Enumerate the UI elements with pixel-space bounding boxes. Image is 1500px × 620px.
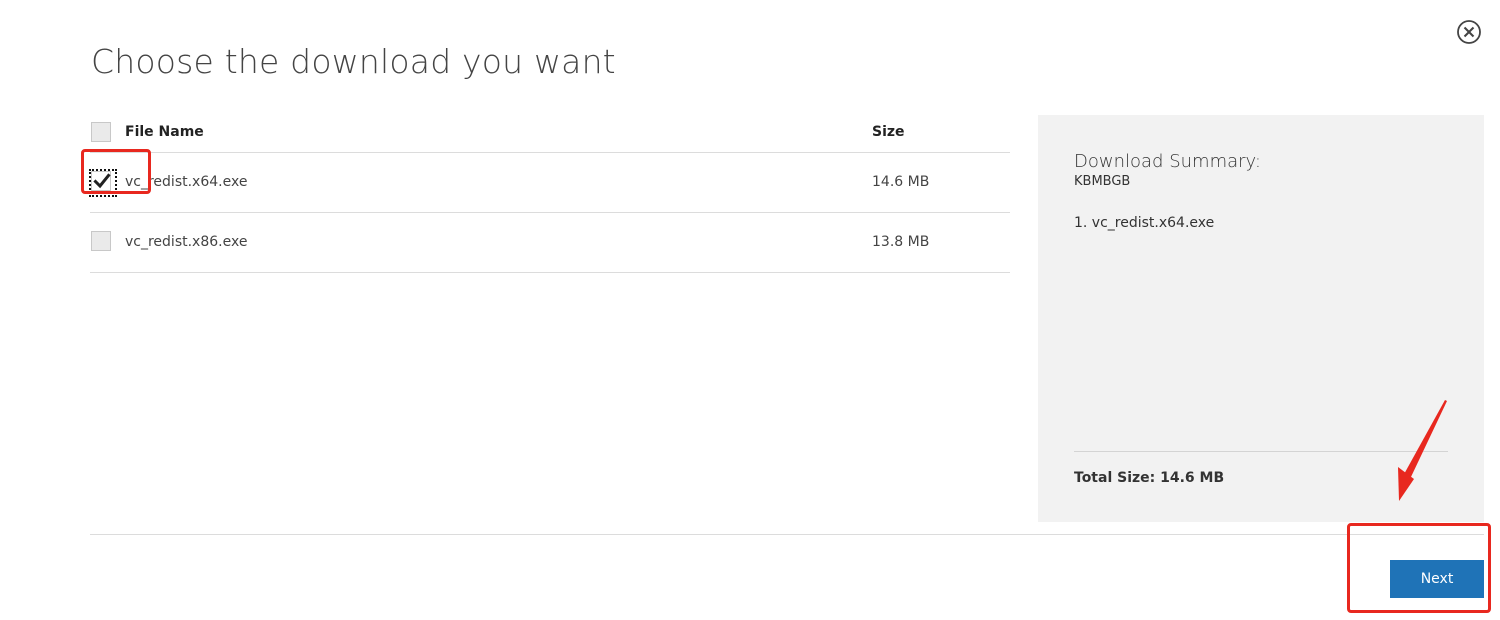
download-summary-panel: Download Summary: KBMBGB 1. vc_redist.x6… xyxy=(1038,115,1484,522)
page-title: Choose the download you want xyxy=(91,42,616,81)
table-header: File Name Size xyxy=(90,113,1010,153)
summary-item: 1. vc_redist.x64.exe xyxy=(1074,215,1215,231)
close-button[interactable] xyxy=(1456,19,1482,45)
download-dialog: Choose the download you want File Name S… xyxy=(0,0,1500,620)
file-checkbox-x64[interactable] xyxy=(89,169,117,197)
summary-title: Download Summary: xyxy=(1074,151,1261,172)
column-header-size: Size xyxy=(872,124,905,140)
table-row[interactable]: vc_redist.x86.exe 13.8 MB xyxy=(90,213,1010,273)
table-row[interactable]: vc_redist.x64.exe 14.6 MB xyxy=(89,153,1010,213)
checkmark-icon xyxy=(93,173,111,189)
file-size: 14.6 MB xyxy=(872,174,930,190)
summary-subtitle: KBMBGB xyxy=(1074,174,1131,189)
file-name: vc_redist.x64.exe xyxy=(125,174,248,190)
total-size: Total Size: 14.6 MB xyxy=(1074,470,1225,486)
file-name: vc_redist.x86.exe xyxy=(125,234,248,250)
summary-divider xyxy=(1074,451,1448,452)
select-all-checkbox[interactable] xyxy=(91,122,111,142)
footer-divider xyxy=(90,534,1484,535)
file-table: File Name Size vc_redist.x64.exe 14.6 MB… xyxy=(89,113,1010,273)
close-icon xyxy=(1457,20,1481,44)
column-header-file-name: File Name xyxy=(125,124,204,140)
file-checkbox-x86[interactable] xyxy=(91,231,111,251)
file-size: 13.8 MB xyxy=(872,234,930,250)
next-button[interactable]: Next xyxy=(1390,560,1484,598)
